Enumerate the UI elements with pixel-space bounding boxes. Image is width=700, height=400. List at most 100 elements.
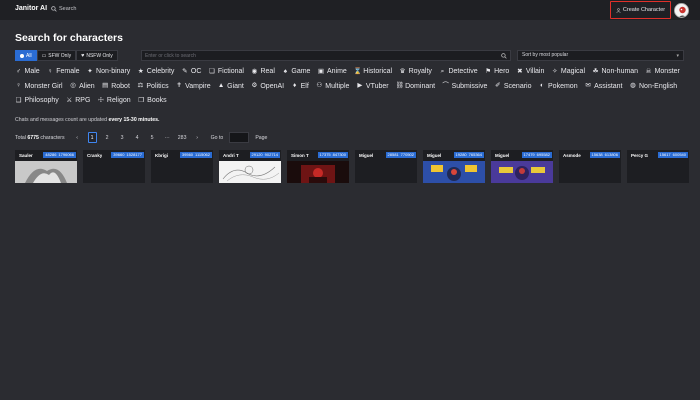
character-stats-badge: 48286 1796066	[43, 152, 76, 158]
character-stats-badge: 28581 770502	[385, 152, 416, 158]
page-button-5[interactable]: 5	[148, 132, 157, 143]
character-card[interactable]: Miguel 19280 765364	[423, 150, 485, 183]
tag-oc[interactable]: ✎ OC	[181, 67, 201, 77]
tag-vtuber[interactable]: ▶ VTuber	[356, 82, 388, 92]
create-character-button[interactable]: Create Character	[610, 1, 671, 19]
tag-icon: ⚔	[66, 96, 73, 104]
character-thumbnail	[491, 161, 553, 183]
search-icon[interactable]	[501, 53, 507, 59]
tag-religon[interactable]: ☩ Religon	[97, 96, 131, 106]
tag-icon: ▣	[317, 67, 325, 75]
tag-magical[interactable]: ✧ Magical	[551, 67, 585, 77]
nav-search-link[interactable]: Search	[51, 6, 76, 12]
character-stats-badge: 39560 1115062	[179, 152, 212, 158]
user-avatar[interactable]	[674, 3, 689, 18]
tag-real[interactable]: ◉ Real	[251, 67, 275, 77]
app-logo[interactable]: Janitor AI	[15, 5, 47, 12]
content-filter-group: All ▭ SFW Only ♥ NSFW Only	[15, 50, 118, 61]
tag-historical[interactable]: ⌛ Historical	[354, 67, 392, 77]
tag-label: Giant	[227, 82, 244, 90]
tag-dominant[interactable]: ⛓ Dominant	[396, 82, 435, 92]
filter-sfw-label: SFW Only	[48, 52, 72, 59]
page-button-1[interactable]: 1	[87, 132, 97, 143]
chat-icon: ▭	[41, 52, 47, 59]
tag-books[interactable]: ❒ Books	[138, 96, 166, 106]
tag-philosophy[interactable]: ❑ Philosophy	[15, 96, 59, 106]
total-count: 6775	[27, 134, 39, 141]
character-search-input[interactable]	[145, 51, 495, 60]
tag-icon: ▤	[102, 82, 109, 89]
top-navbar: Janitor AI Search Create Character	[0, 0, 700, 20]
tag-icon: ◐	[540, 82, 544, 89]
tag-icon: ⌒	[442, 82, 449, 89]
tag-openai[interactable]: ⚙ OpenAI	[251, 82, 284, 92]
tag-male[interactable]: ♂ Male	[15, 67, 40, 77]
tag-detective[interactable]: ⌕ Detective	[439, 67, 478, 77]
notice-text: Chats and messages count are updated	[15, 117, 109, 123]
character-card[interactable]: Miguel 17479 695582	[491, 150, 553, 183]
tag-female[interactable]: ♀ Female	[47, 67, 80, 77]
character-card[interactable]: Simon T 17375 847300	[287, 150, 349, 183]
dot-icon	[20, 53, 24, 58]
character-stats-badge: 17375 847300	[317, 152, 348, 158]
tag-monster-girl[interactable]: ♀ Monster Girl	[15, 82, 63, 92]
tag-icon: ⌕	[440, 67, 445, 75]
tag-icon: ✦	[87, 67, 93, 75]
page-button-last[interactable]: 283	[178, 132, 187, 143]
page-button-4[interactable]: 4	[133, 132, 142, 143]
goto-page-input[interactable]	[229, 132, 250, 143]
character-card[interactable]: Andri T 29120 902714	[219, 150, 281, 183]
character-card[interactable]: Kbrigi 39560 1115062	[151, 150, 213, 183]
sort-dropdown[interactable]: Sort by most popular ▾	[517, 50, 684, 61]
page-button-2[interactable]: 2	[103, 132, 112, 143]
tag-non-binary[interactable]: ✦ Non-binary	[87, 67, 130, 77]
tag-pokemon[interactable]: ◐ Pokemon	[539, 82, 578, 92]
tag-label: Historical	[363, 68, 393, 76]
character-card[interactable]: Cranky 39660 1528177	[83, 150, 145, 183]
tag-non-human[interactable]: ☘ Non-human	[592, 67, 639, 77]
chats-count: 15617	[659, 152, 671, 157]
tag-submissive[interactable]: ⌒ Submissive	[442, 82, 487, 92]
tag-label: Multiple	[325, 82, 350, 90]
tag-icon: ♀	[16, 82, 21, 89]
tag-giant[interactable]: ▲ Giant	[218, 82, 244, 92]
page-ellipsis[interactable]: ···	[163, 132, 172, 143]
character-card[interactable]: Percy G 15617 600540	[627, 150, 689, 183]
tag-villain[interactable]: ✖ Villain	[516, 67, 544, 77]
character-card[interactable]: Asmode 15638 613806	[559, 150, 621, 183]
prev-page-button[interactable]: ‹	[73, 132, 82, 143]
character-card[interactable]: Sauler 48286 1796066	[15, 150, 77, 183]
tag-elf[interactable]: ♦ Elf	[291, 82, 309, 92]
tag-label: Submissive	[451, 82, 488, 90]
tag-monster[interactable]: ☠ Monster	[645, 67, 680, 77]
character-name: Simon T	[291, 153, 309, 158]
tag-robot[interactable]: ▤ Robot	[102, 82, 130, 92]
tag-icon: ✝	[176, 82, 182, 89]
tag-assistant[interactable]: ✉ Assistant	[585, 82, 622, 92]
next-page-button[interactable]: ›	[193, 132, 202, 143]
tag-alien[interactable]: ◎ Alien	[70, 82, 94, 92]
tag-game[interactable]: ♠ Game	[282, 67, 311, 77]
tag-icon: ✉	[585, 82, 591, 89]
filter-nsfw-button[interactable]: ♥ NSFW Only	[76, 50, 118, 61]
character-card[interactable]: Miguel 28581 770502	[355, 150, 417, 183]
page-button-3[interactable]: 3	[118, 132, 127, 143]
tag-label: Politics	[146, 82, 169, 90]
tag-fictional[interactable]: ❏ Fictional	[208, 67, 244, 77]
tag-vampire[interactable]: ✝ Vampire	[176, 82, 210, 92]
tag-anime[interactable]: ▣ Anime	[317, 67, 347, 77]
tag-celebrity[interactable]: ★ Celebrity	[137, 67, 175, 77]
tag-rpg[interactable]: ⚔ RPG	[66, 96, 90, 106]
tag-scenario[interactable]: ✐ Scenario	[494, 82, 531, 92]
tag-non-english[interactable]: ◍ Non-English	[630, 82, 677, 92]
tag-politics[interactable]: ⚖ Politics	[137, 82, 169, 92]
filter-sfw-button[interactable]: ▭ SFW Only	[36, 50, 77, 61]
tag-icon: ♂	[16, 67, 21, 75]
tag-list: ♂ Male ♀ Female ✦ Non-binary ★ Celebrity ✎ OC ❏ Fic…	[15, 67, 690, 106]
chats-count: 39560	[181, 152, 194, 157]
character-name: Sauler	[19, 153, 33, 158]
tag-multiple[interactable]: ⚇ Multiple	[316, 82, 350, 92]
tag-hero[interactable]: ⚑ Hero	[485, 67, 509, 77]
tag-royalty[interactable]: ♛ Royalty	[399, 67, 432, 77]
filter-all-button[interactable]: All	[15, 50, 37, 61]
